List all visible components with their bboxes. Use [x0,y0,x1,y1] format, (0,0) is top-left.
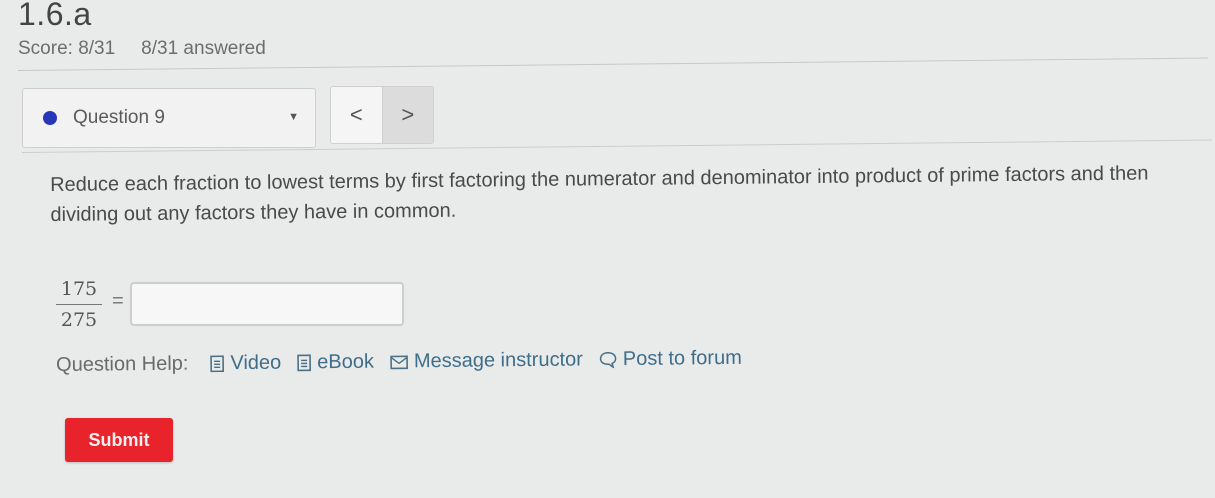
message-instructor-link[interactable]: Message instructor [390,348,583,373]
fraction-denominator: 275 [60,309,98,331]
chevron-right-icon: > [401,102,415,127]
question-prompt: Reduce each fraction to lowest terms by … [50,162,1149,226]
ebook-link[interactable]: eBook [297,351,374,375]
post-to-forum-label: Post to forum [622,346,742,371]
submit-button[interactable]: Submit [65,418,173,462]
document-icon [210,355,225,373]
speech-bubble-icon [599,351,617,369]
video-link-label: Video [230,351,282,375]
dropdown-caret-icon: ▼ [288,111,299,123]
assignment-title: 1.6.a [18,0,92,32]
document-icon [297,354,312,372]
question-pager: < > [330,86,434,144]
envelope-icon [390,355,408,369]
question-selector-label: Question 9 [73,107,165,128]
answered-count: 8/31 answered [141,38,266,59]
answer-input[interactable] [130,282,404,326]
question-help: Question Help: Video eBook Message instr… [56,347,758,377]
previous-question-button[interactable]: < [331,87,383,143]
score-text: Score: 8/31 [18,38,116,59]
question-help-label: Question Help: [56,352,189,376]
question-status-dot [43,111,57,125]
video-link[interactable]: Video [210,352,281,376]
next-question-button[interactable]: > [382,87,433,143]
fraction-bar [56,304,102,305]
chevron-left-icon: < [349,102,363,127]
fraction: 175 275 [56,278,102,331]
score-line: Score: 8/31 8/31 answered [18,38,266,60]
message-instructor-label: Message instructor [413,348,583,373]
equals-sign: = [112,290,124,312]
question-selector-dropdown[interactable]: Question 9 ▼ [22,88,316,148]
post-to-forum-link[interactable]: Post to forum [599,347,742,371]
fraction-numerator: 175 [60,278,98,300]
ebook-link-label: eBook [317,350,375,374]
